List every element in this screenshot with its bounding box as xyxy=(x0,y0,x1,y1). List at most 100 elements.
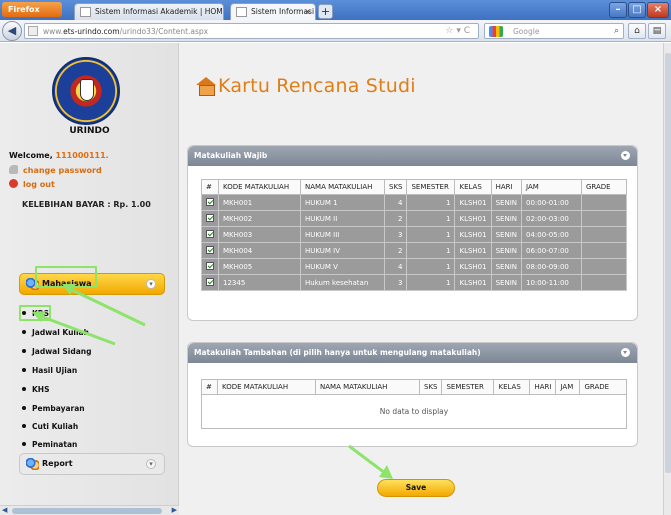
collapse-icon[interactable] xyxy=(621,348,630,357)
column-header: KODE MATAKULIAH xyxy=(217,379,316,395)
nama-cell: HUKUM III xyxy=(300,226,385,243)
table-row[interactable]: MKH002 HUKUM II 2 1 KLSH01 SENIN 02:00-0… xyxy=(201,210,627,227)
column-header: KELAS xyxy=(493,379,531,395)
menu-item-pembayaran[interactable]: Pembayaran xyxy=(22,404,85,413)
table-row[interactable]: 12345 Hukum kesehatan 3 1 KLSH01 SENIN 1… xyxy=(201,274,627,291)
hari-cell: SENIN xyxy=(490,210,523,227)
horizontal-scrollbar[interactable]: ◀ ▶ xyxy=(0,505,179,515)
annotation-arrow-icon xyxy=(348,444,393,479)
maximize-button[interactable]: □ xyxy=(628,2,646,18)
user-id: 111000111. xyxy=(55,151,109,160)
close-window-button[interactable]: × xyxy=(647,2,669,18)
kelas-cell: KLSH01 xyxy=(454,274,492,291)
back-button[interactable]: ◀ xyxy=(2,21,22,41)
table-row[interactable]: MKH005 HUKUM V 4 1 KLSH01 SENIN 08:00-09… xyxy=(201,258,627,275)
matakuliah-wajib-panel: Matakuliah Wajib # KODE MATAKULIAH NAMA … xyxy=(187,145,638,321)
sks-cell: 4 xyxy=(383,258,408,275)
menu-item-cuti-kuliah[interactable]: Cuti Kuliah xyxy=(22,422,78,431)
users-icon xyxy=(26,458,39,470)
column-header: NAMA MATAKULIAH xyxy=(300,179,385,195)
logo-caption: URINDO xyxy=(69,126,110,136)
scrollbar-thumb[interactable] xyxy=(665,53,671,473)
annotation-arrow-icon xyxy=(32,311,116,346)
collapse-icon[interactable] xyxy=(621,151,630,160)
semester-cell: 1 xyxy=(406,274,456,291)
vertical-scrollbar[interactable] xyxy=(663,43,671,515)
table-header-row: # KODE MATAKULIAH NAMA MATAKULIAH SKS SE… xyxy=(201,179,627,195)
semester-cell: 1 xyxy=(406,194,456,211)
logout-icon xyxy=(9,179,18,188)
scrollbar-thumb[interactable] xyxy=(12,508,162,514)
column-header: JAM xyxy=(555,379,581,395)
menu-item-jadwal-sidang[interactable]: Jadwal Sidang xyxy=(22,347,92,356)
table-row[interactable]: MKH003 HUKUM III 3 1 KLSH01 SENIN 04:00-… xyxy=(201,226,627,243)
kode-cell: MKH002 xyxy=(218,210,301,227)
kelebihan-bayar: KELEBIHAN BAYAR : Rp. 1.00 xyxy=(22,200,151,209)
kelas-cell: KLSH01 xyxy=(454,194,492,211)
grade-cell xyxy=(581,194,627,211)
search-icon[interactable]: ⌕ xyxy=(614,24,619,38)
row-checkbox[interactable] xyxy=(206,198,214,206)
nama-cell: HUKUM 1 xyxy=(300,194,385,211)
menu-item-khs[interactable]: KHS xyxy=(22,385,50,394)
search-placeholder: Google xyxy=(513,27,540,36)
row-checkbox[interactable] xyxy=(206,262,214,270)
change-password-link[interactable]: change password xyxy=(9,165,102,175)
url-bar[interactable]: www.ets-urindo.com/urindo33/Content.aspx… xyxy=(24,23,479,39)
home-icon[interactable]: ⌂ xyxy=(628,23,646,39)
kelas-cell: KLSH01 xyxy=(454,210,492,227)
page-title: Kartu Rencana Studi xyxy=(196,75,416,97)
row-checkbox[interactable] xyxy=(206,230,214,238)
key-icon xyxy=(9,165,18,174)
row-checkbox[interactable] xyxy=(206,246,214,254)
menu-item-hasil-ujian[interactable]: Hasil Ujian xyxy=(22,366,77,375)
tab-close-icon[interactable]: × xyxy=(304,4,311,20)
browser-tab-2[interactable]: Sistem Informasi Akademik | HOME × xyxy=(230,3,316,20)
table-row[interactable]: MKH004 HUKUM IV 2 1 KLSH01 SENIN 06:00-0… xyxy=(201,242,627,259)
browser-navbar: ◀ www.ets-urindo.com/urindo33/Content.as… xyxy=(0,20,671,42)
welcome-text: Welcome, 111000111. xyxy=(9,151,109,160)
sks-cell: 2 xyxy=(383,242,408,259)
table-header-row: # KODE MATAKULIAH NAMA MATAKULIAH SKS SE… xyxy=(201,379,627,395)
column-header: JAM xyxy=(521,179,582,195)
kode-cell: MKH003 xyxy=(218,226,301,243)
semester-cell: 1 xyxy=(406,226,456,243)
addon-icon[interactable]: ▤ xyxy=(648,23,666,39)
search-bar[interactable]: Google ⌕ xyxy=(484,23,624,39)
browser-tab-1[interactable]: Sistem Informasi Akademik | HOME xyxy=(74,3,224,20)
save-button[interactable]: Save xyxy=(377,479,455,497)
hari-cell: SENIN xyxy=(490,274,523,291)
nama-cell: HUKUM IV xyxy=(300,242,385,259)
sks-cell: 4 xyxy=(383,194,408,211)
scroll-right-icon[interactable]: ▶ xyxy=(172,506,177,514)
matakuliah-tambahan-panel: Matakuliah Tambahan (di pilih hanya untu… xyxy=(187,342,638,447)
empty-table-body: No data to display xyxy=(201,395,627,429)
kelas-cell: KLSH01 xyxy=(454,258,492,275)
hari-cell: SENIN xyxy=(490,242,523,259)
row-checkbox[interactable] xyxy=(206,278,214,286)
kode-cell: 12345 xyxy=(218,274,301,291)
logout-link[interactable]: log out xyxy=(9,179,55,189)
home-icon xyxy=(196,77,216,96)
row-checkbox[interactable] xyxy=(206,214,214,222)
jam-cell: 00:00-01:00 xyxy=(521,194,582,211)
new-tab-button[interactable]: + xyxy=(318,4,333,19)
no-data-text: No data to display xyxy=(379,407,449,416)
site-identity-icon xyxy=(28,26,38,36)
minimize-button[interactable]: – xyxy=(609,2,627,18)
chevron-down-icon: ▾ xyxy=(146,459,156,469)
report-accordion[interactable]: Report ▾ xyxy=(19,453,165,475)
semester-cell: 1 xyxy=(406,242,456,259)
jam-cell: 10:00-11:00 xyxy=(521,274,582,291)
column-header: KELAS xyxy=(454,179,492,195)
firefox-menu-button[interactable]: Firefox xyxy=(2,2,62,17)
column-header: KODE MATAKULIAH xyxy=(218,179,301,195)
table-row[interactable]: MKH001 HUKUM 1 4 1 KLSH01 SENIN 00:00-01… xyxy=(201,194,627,211)
menu-item-peminatan[interactable]: Peminatan xyxy=(22,440,77,449)
url-text: www.ets-urindo.com/urindo33/Content.aspx xyxy=(43,27,209,36)
panel-header: Matakuliah Tambahan (di pilih hanya untu… xyxy=(188,343,637,363)
bookmark-star-icon[interactable]: ☆ ▾ C xyxy=(445,24,470,39)
column-header: # xyxy=(201,179,219,195)
back-arrow-icon: ◀ xyxy=(7,24,17,37)
scroll-left-icon[interactable]: ◀ xyxy=(2,506,7,514)
